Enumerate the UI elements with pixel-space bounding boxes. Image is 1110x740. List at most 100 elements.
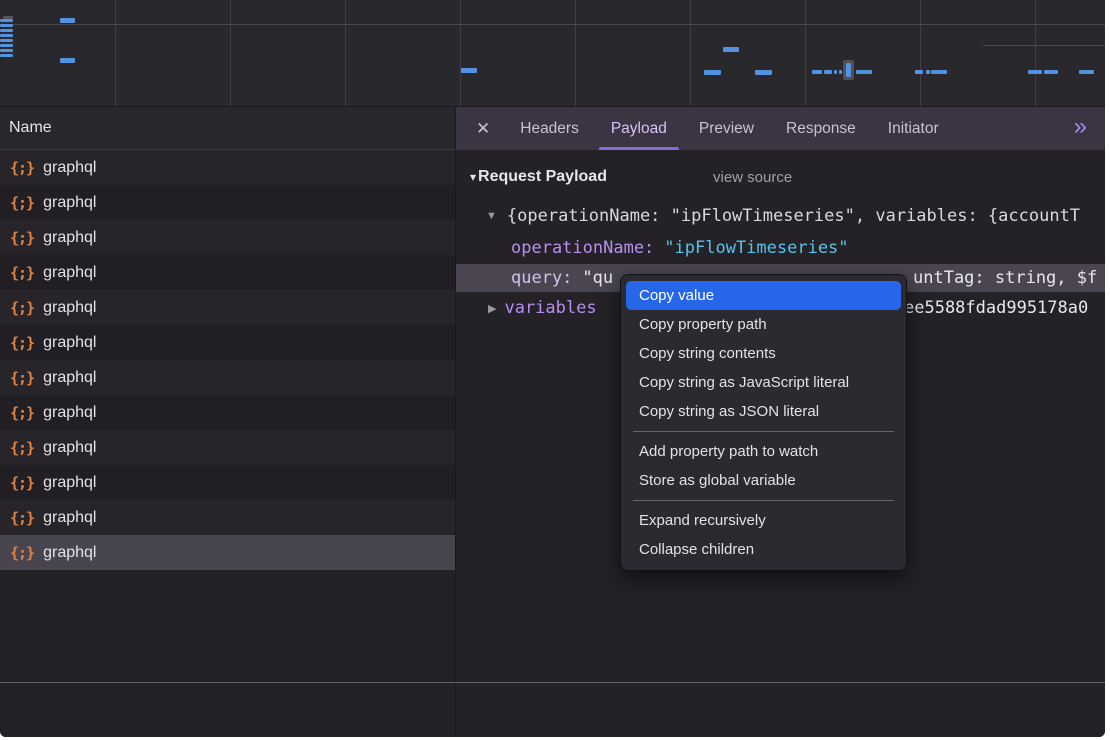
- json-braces-icon: {;}: [0, 404, 43, 422]
- waterfall-bar: [723, 47, 739, 52]
- request-row[interactable]: {;}graphql: [0, 430, 455, 465]
- waterfall-bar: [0, 54, 13, 57]
- menu-item-copy-string-contents[interactable]: Copy string contents: [626, 339, 901, 368]
- waterfall-bar: [0, 24, 13, 27]
- more-tabs-icon[interactable]: »: [1074, 113, 1105, 145]
- request-row[interactable]: {;}graphql: [0, 465, 455, 500]
- menu-item-add-property-path-to-watch[interactable]: Add property path to watch: [626, 437, 901, 466]
- waterfall-bar: [0, 34, 13, 37]
- request-row[interactable]: {;}graphql: [0, 185, 455, 220]
- menu-separator: [633, 431, 894, 432]
- request-name: graphql: [43, 229, 96, 247]
- context-menu: Copy valueCopy property pathCopy string …: [620, 274, 907, 571]
- overview-gridline: [115, 0, 116, 107]
- waterfall-bar: [60, 58, 75, 63]
- menu-item-store-as-global-variable[interactable]: Store as global variable: [626, 466, 901, 495]
- collapse-triangle-icon[interactable]: ▾: [470, 170, 476, 184]
- detail-tab-bar: ✕ HeadersPayloadPreviewResponseInitiator…: [455, 107, 1105, 150]
- request-name: graphql: [43, 474, 96, 492]
- expanded-triangle-icon[interactable]: ▼: [486, 210, 497, 222]
- property-key: query:: [511, 268, 572, 288]
- network-overview-timeline[interactable]: [0, 0, 1105, 107]
- json-braces-icon: {;}: [0, 439, 43, 457]
- request-name: graphql: [43, 404, 96, 422]
- waterfall-bar: [60, 18, 75, 23]
- request-row[interactable]: {;}graphql: [0, 500, 455, 535]
- waterfall-bar: [834, 70, 837, 74]
- menu-item-copy-string-as-javascript-literal[interactable]: Copy string as JavaScript literal: [626, 368, 901, 397]
- json-braces-icon: {;}: [0, 299, 43, 317]
- waterfall-bar: [461, 68, 477, 73]
- property-key: operationName:: [511, 238, 654, 258]
- name-column-label: Name: [0, 119, 52, 137]
- tab-headers[interactable]: Headers: [508, 107, 591, 150]
- request-row[interactable]: {;}graphql: [0, 325, 455, 360]
- request-payload-section-header[interactable]: ▾ Request Payload view source: [456, 164, 1105, 190]
- tab-preview[interactable]: Preview: [687, 107, 766, 150]
- request-row[interactable]: {;}graphql: [0, 255, 455, 290]
- overview-row-line: [13, 24, 1105, 25]
- collapsed-triangle-icon[interactable]: ▶: [488, 302, 496, 315]
- close-icon[interactable]: ✕: [456, 119, 504, 139]
- section-title: Request Payload: [478, 168, 607, 186]
- menu-item-expand-recursively[interactable]: Expand recursively: [626, 506, 901, 535]
- json-braces-icon: {;}: [0, 159, 43, 177]
- waterfall-bar: [1044, 70, 1058, 74]
- request-name: graphql: [43, 509, 96, 527]
- menu-item-copy-property-path[interactable]: Copy property path: [626, 310, 901, 339]
- request-name: graphql: [43, 194, 96, 212]
- waterfall-bar: [931, 70, 947, 74]
- menu-item-copy-value[interactable]: Copy value: [626, 281, 901, 310]
- payload-root-row[interactable]: ▼ {operationName: "ipFlowTimeseries", va…: [456, 202, 1105, 230]
- waterfall-bar: [0, 19, 13, 22]
- overview-gridline: [690, 0, 691, 107]
- waterfall-bar: [0, 29, 13, 32]
- property-value: "ipFlowTimeseries": [664, 238, 848, 258]
- overview-selection-marker-bar: [846, 63, 851, 77]
- json-braces-icon: {;}: [0, 544, 43, 562]
- waterfall-bar: [0, 44, 13, 47]
- menu-item-copy-string-as-json-literal[interactable]: Copy string as JSON literal: [626, 397, 901, 426]
- overview-gridline: [920, 0, 921, 107]
- request-row[interactable]: {;}graphql: [0, 360, 455, 395]
- json-braces-icon: {;}: [0, 264, 43, 282]
- request-list: {;}graphql{;}graphql{;}graphql{;}graphql…: [0, 150, 455, 682]
- request-list-name-header[interactable]: Name: [0, 107, 455, 150]
- request-row[interactable]: {;}graphql: [0, 220, 455, 255]
- waterfall-bar: [812, 70, 822, 74]
- request-name: graphql: [43, 439, 96, 457]
- request-name: graphql: [43, 159, 96, 177]
- waterfall-bar: [856, 70, 872, 74]
- waterfall-bar: [0, 39, 13, 42]
- tab-initiator[interactable]: Initiator: [876, 107, 951, 150]
- menu-item-collapse-children[interactable]: Collapse children: [626, 535, 901, 564]
- waterfall-bar: [824, 70, 832, 74]
- waterfall-bar: [1028, 70, 1042, 74]
- view-source-link[interactable]: view source: [713, 169, 792, 186]
- waterfall-bar: [755, 70, 772, 75]
- property-value-left: "qu: [582, 268, 613, 288]
- waterfall-bar: [1079, 70, 1094, 74]
- request-row[interactable]: {;}graphql: [0, 395, 455, 430]
- overview-gridline: [230, 0, 231, 107]
- overview-gridline: [460, 0, 461, 107]
- waterfall-bar: [0, 49, 13, 52]
- overview-gridline: [345, 0, 346, 107]
- json-braces-icon: {;}: [0, 509, 43, 527]
- footer-panel-divider: [455, 683, 456, 737]
- request-row[interactable]: {;}graphql: [0, 150, 455, 185]
- request-row[interactable]: {;}graphql: [0, 535, 455, 570]
- tab-payload[interactable]: Payload: [599, 107, 679, 150]
- request-name: graphql: [43, 334, 96, 352]
- waterfall-bar: [915, 70, 923, 74]
- overview-gridline: [575, 0, 576, 107]
- tab-response[interactable]: Response: [774, 107, 868, 150]
- property-value-right: ee5588fdad995178a0: [904, 298, 1088, 318]
- request-name: graphql: [43, 299, 96, 317]
- devtools-window: Name {;}graphql{;}graphql{;}graphql{;}gr…: [0, 0, 1105, 737]
- overview-row-line: [983, 45, 1105, 46]
- request-name: graphql: [43, 264, 96, 282]
- payload-row-operation-name[interactable]: operationName: "ipFlowTimeseries": [456, 234, 1105, 262]
- request-row[interactable]: {;}graphql: [0, 290, 455, 325]
- overview-gridline: [805, 0, 806, 107]
